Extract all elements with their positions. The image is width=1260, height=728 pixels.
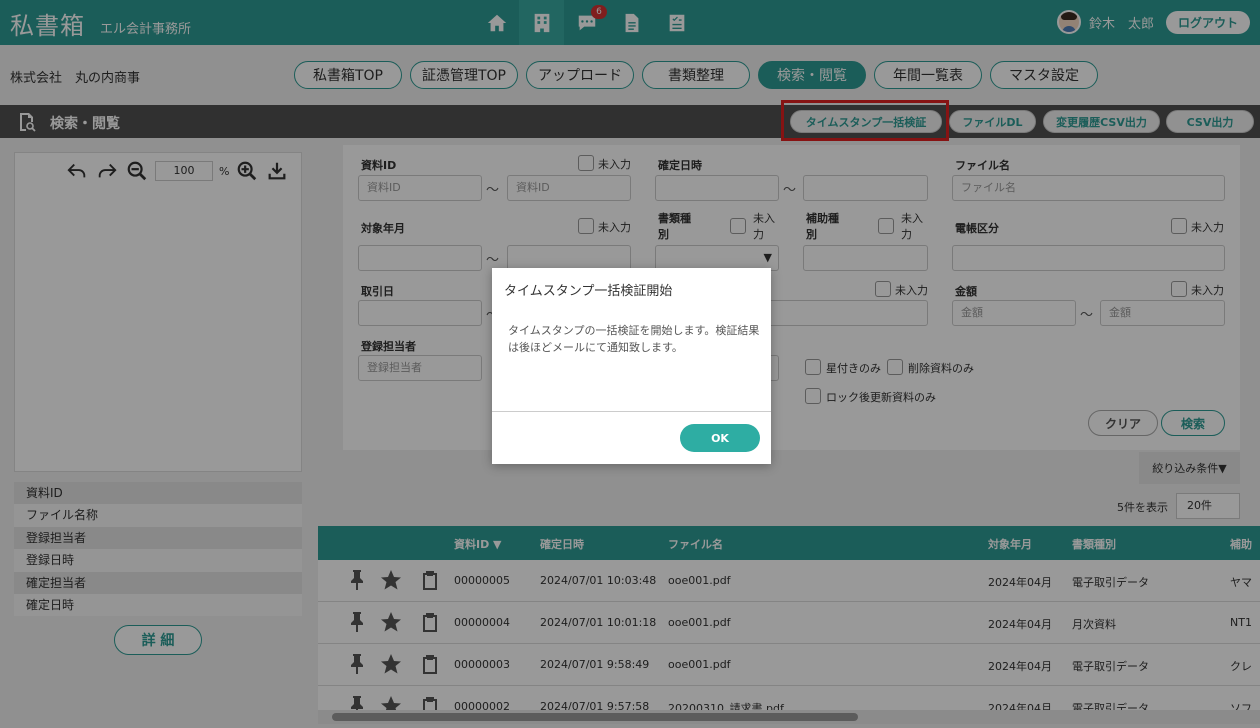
timestamp-verify-dialog: タイムスタンプ一括検証開始 タイムスタンプの一括検証を開始します。検証結果は後ほ…: [492, 268, 771, 464]
dialog-title: タイムスタンプ一括検証開始: [504, 284, 673, 299]
dialog-divider: [492, 411, 771, 412]
dialog-message: タイムスタンプの一括検証を開始します。検証結果は後ほどメールにて通知致します。: [508, 324, 760, 354]
dialog-ok-button[interactable]: OK: [680, 424, 760, 452]
